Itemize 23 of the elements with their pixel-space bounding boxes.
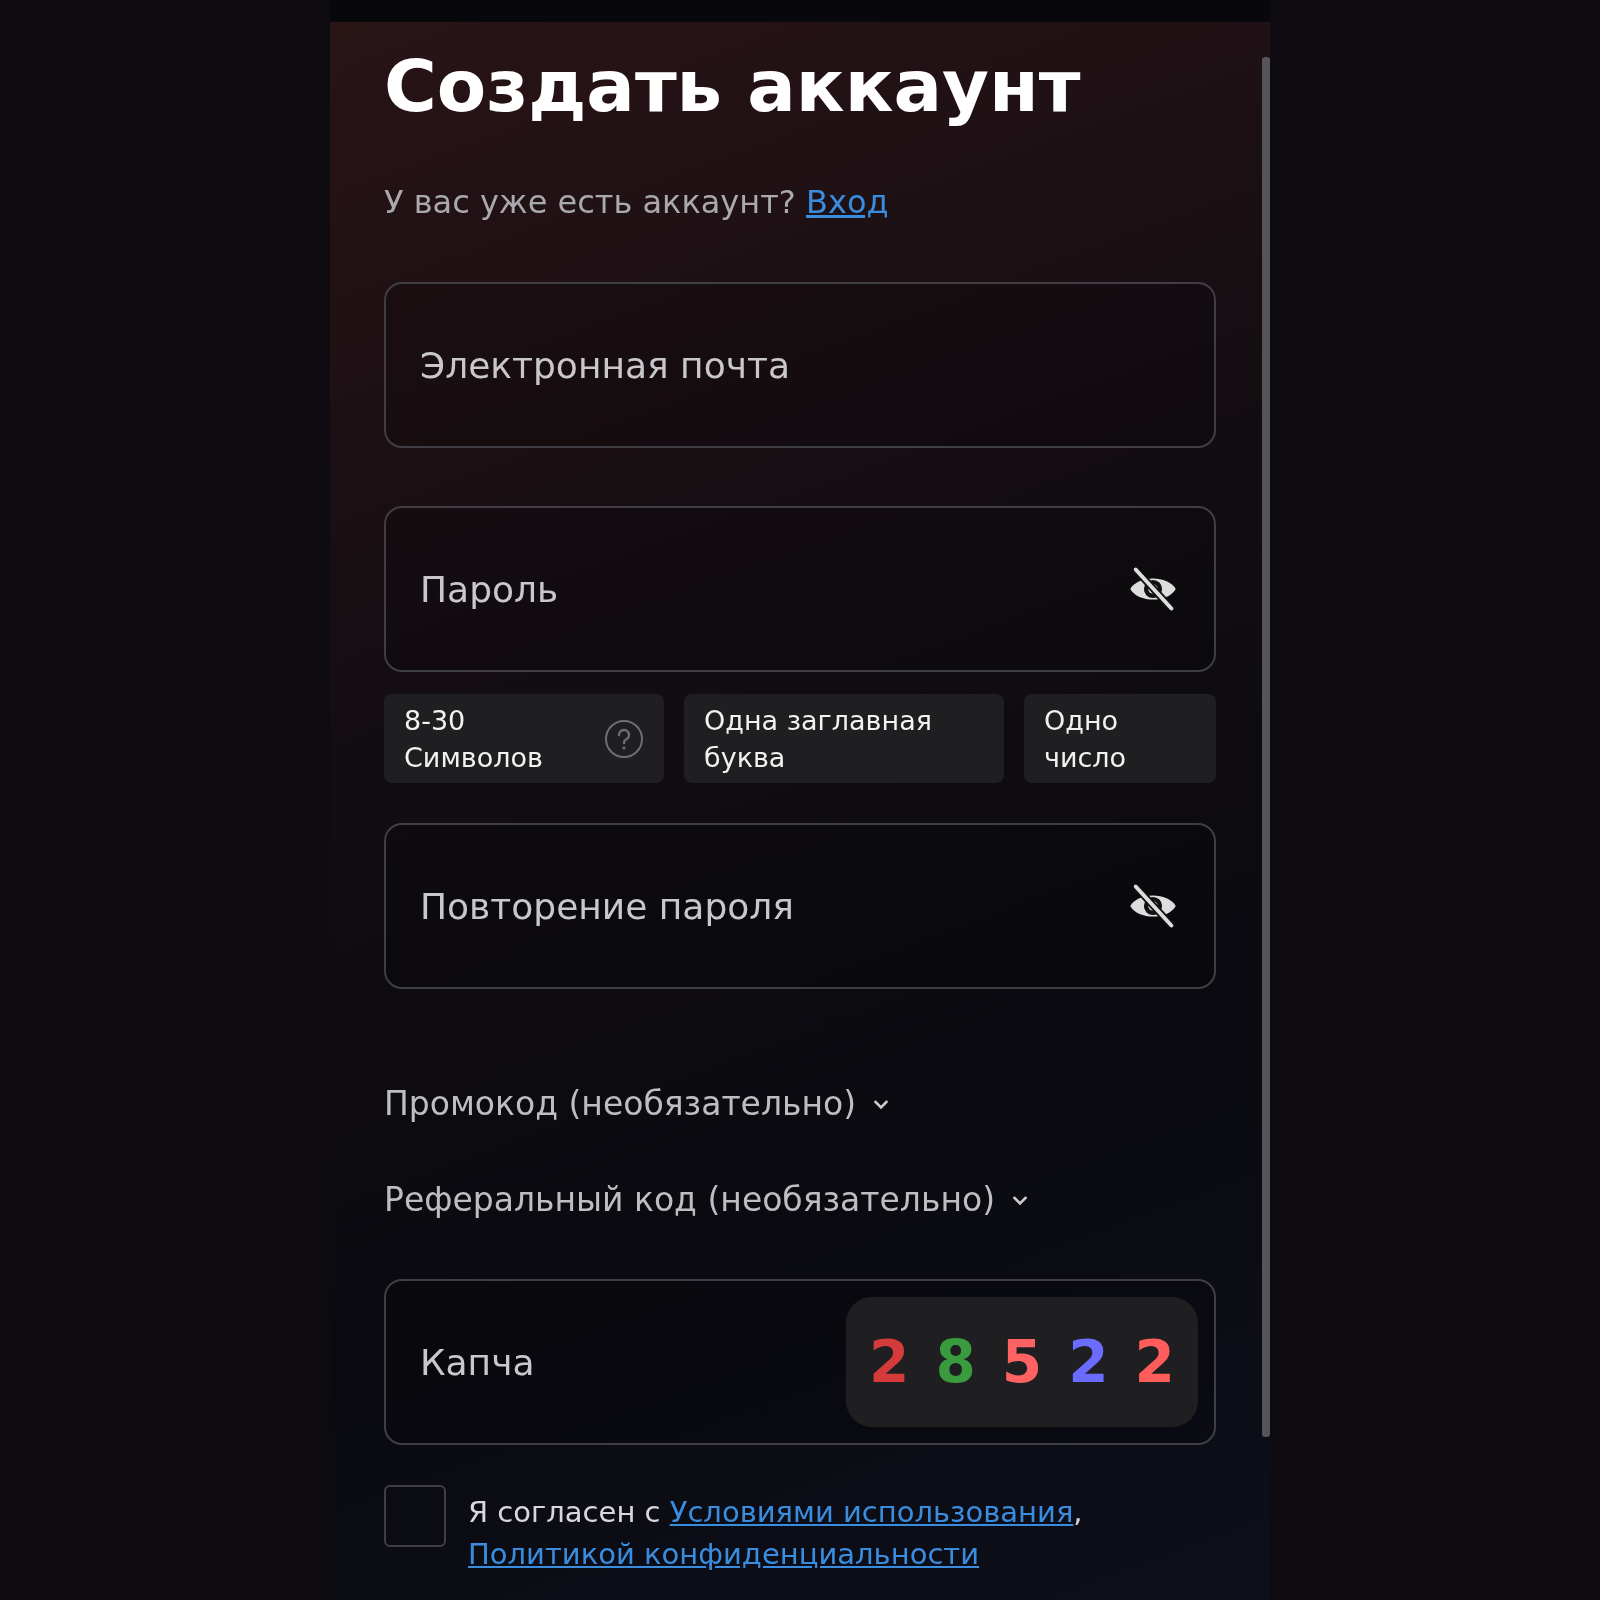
- terms-link[interactable]: Условиями использования: [669, 1495, 1074, 1529]
- requirement-label: 8-30 Символов: [404, 703, 544, 775]
- scrollbar[interactable]: [1262, 57, 1270, 1437]
- requirement-label: Одна заглавная буква: [704, 703, 933, 775]
- captcha-digit: 2: [869, 1328, 910, 1396]
- captcha-digit: 2: [1134, 1328, 1175, 1396]
- email-field[interactable]: Электронная почта: [384, 282, 1216, 448]
- captcha-digit: 2: [1068, 1328, 1109, 1396]
- agreement-text: Я согласен с Условиями использования, Политикой конфиденциальности: [468, 1494, 1083, 1573]
- login-prompt: У вас уже есть аккаунт? Вход: [384, 182, 890, 223]
- captcha-digit: 5: [1001, 1328, 1043, 1396]
- password-field[interactable]: Повторение пароля: [384, 823, 1216, 989]
- optional-code-toggle[interactable]: Реферальный код (необязательно): [384, 1177, 1030, 1223]
- captcha-digit: 8: [935, 1328, 976, 1396]
- help-icon[interactable]: [604, 718, 644, 759]
- requirement-label: Одно число: [1044, 703, 1128, 775]
- agreement-checkbox[interactable]: [384, 1485, 446, 1547]
- optional-code-toggle[interactable]: Промокод (необязательно): [384, 1081, 891, 1127]
- captcha-image[interactable]: 2 8 5 2 2: [846, 1297, 1198, 1427]
- privacy-link[interactable]: Политикой конфиденциальности: [468, 1537, 980, 1571]
- password-field[interactable]: Пароль: [384, 506, 1216, 672]
- page-title: Создать аккаунт: [384, 43, 1082, 130]
- login-link[interactable]: Вход: [806, 183, 889, 221]
